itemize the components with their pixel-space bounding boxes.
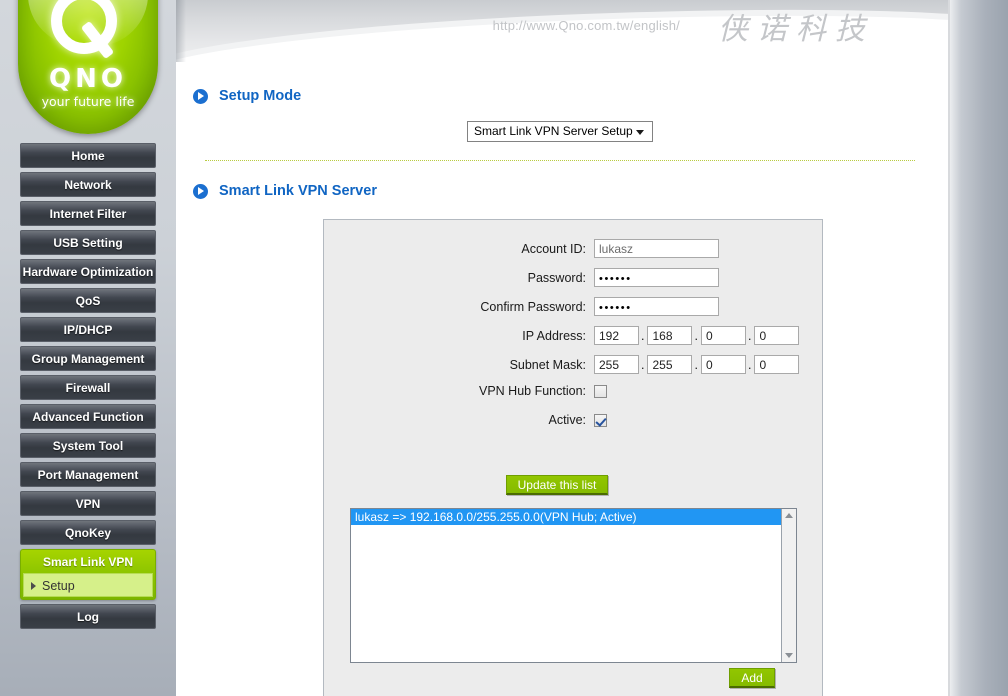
router-admin-page: http://www.Qno.com.tw/english/ 侠诺科技 QNO … xyxy=(0,0,1008,696)
ip-address-octet-2[interactable] xyxy=(647,326,693,345)
setup-mode-selected-value: Smart Link VPN Server Setup xyxy=(474,124,633,138)
confirm-password-input[interactable]: •••••• xyxy=(594,297,719,316)
setup-mode-heading: Setup Mode xyxy=(193,88,301,104)
ip-address-label: IP Address: xyxy=(522,328,586,343)
field-row-confirm-password: Confirm Password: •••••• xyxy=(324,297,824,316)
ip-dot-2: . xyxy=(694,328,698,343)
sidebar-item-log[interactable]: Log xyxy=(20,604,156,629)
listbox-scrollbar[interactable] xyxy=(781,509,796,662)
sidebar-item-network[interactable]: Network xyxy=(20,172,156,197)
sidebar-item-system-tool[interactable]: System Tool xyxy=(20,433,156,458)
brand-url: http://www.Qno.com.tw/english/ xyxy=(492,18,680,33)
sidebar-item-qnokey[interactable]: QnoKey xyxy=(20,520,156,545)
field-row-account-id: Account ID: xyxy=(324,239,824,258)
mask-dot-2: . xyxy=(694,357,698,372)
sidebar-group-smart-link-vpn: Smart Link VPN Setup xyxy=(20,549,156,600)
sidebar-item-firewall[interactable]: Firewall xyxy=(20,375,156,400)
sidebar-item-ip-dhcp[interactable]: IP/DHCP xyxy=(20,317,156,342)
sidebar-item-hardware-optimization[interactable]: Hardware Optimization xyxy=(20,259,156,284)
field-row-ip-address: IP Address: . . . xyxy=(324,326,824,345)
sidebar-item-vpn[interactable]: VPN xyxy=(20,491,156,516)
ip-address-octet-4[interactable] xyxy=(754,326,800,345)
scroll-down-arrow-icon[interactable] xyxy=(785,653,793,658)
subnet-mask-octet-2[interactable] xyxy=(647,355,693,374)
brand-chinese-name: 侠诺科技 xyxy=(718,12,874,47)
sidebar-item-group-management[interactable]: Group Management xyxy=(20,346,156,371)
section-divider xyxy=(205,160,915,161)
active-checkbox[interactable] xyxy=(594,413,607,427)
logo-wordmark: QNO xyxy=(49,64,127,94)
field-row-vpn-hub: VPN Hub Function: xyxy=(324,384,824,398)
sidebar-item-internet-filter[interactable]: Internet Filter xyxy=(20,201,156,226)
setup-mode-title: Setup Mode xyxy=(219,88,302,104)
update-this-list-button[interactable]: Update this list xyxy=(506,475,608,495)
subnet-mask-label: Subnet Mask: xyxy=(509,357,586,372)
scroll-up-arrow-icon[interactable] xyxy=(785,513,793,518)
active-label: Active: xyxy=(548,413,586,427)
ip-dot-3: . xyxy=(747,328,752,343)
sidebar-item-qos[interactable]: QoS xyxy=(20,288,156,313)
subnet-mask-octet-1[interactable] xyxy=(594,355,639,374)
logo-tagline: your future life xyxy=(41,94,135,109)
subnet-mask-octet-3[interactable] xyxy=(700,355,746,374)
sidebar-item-smart-link-vpn[interactable]: Smart Link VPN xyxy=(23,552,153,573)
account-id-input[interactable] xyxy=(594,239,719,258)
list-item[interactable]: lukasz => 192.168.0.0/255.255.0.0(VPN Hu… xyxy=(351,509,796,525)
ip-address-octet-3[interactable] xyxy=(700,326,746,345)
chevron-right-icon xyxy=(31,582,36,590)
smart-link-vpn-server-heading: Smart Link VPN Server xyxy=(193,183,377,199)
setup-mode-select[interactable]: Smart Link VPN Server Setup xyxy=(467,121,653,142)
right-edge-line xyxy=(948,0,950,696)
password-label: Password: xyxy=(527,270,586,285)
logo-q-icon xyxy=(51,0,127,62)
add-button[interactable]: Add xyxy=(729,668,775,688)
mask-dot-3: . xyxy=(747,357,752,372)
sidebar-item-usb-setting[interactable]: USB Setting xyxy=(20,230,156,255)
settings-panel: Account ID: Password: •••••• Confirm Pas… xyxy=(323,219,823,696)
confirm-password-label: Confirm Password: xyxy=(480,299,586,314)
sidebar-menu: Home Network Internet Filter USB Setting… xyxy=(20,143,156,633)
header-banner: http://www.Qno.com.tw/english/ 侠诺科技 xyxy=(176,0,948,62)
bullet-arrow-icon xyxy=(193,183,208,199)
sidebar: QNO your future life Home Network Intern… xyxy=(0,0,176,696)
ip-dot-1: . xyxy=(641,328,645,343)
field-row-password: Password: •••••• xyxy=(324,268,824,287)
vpn-hub-label: VPN Hub Function: xyxy=(479,384,586,398)
field-row-subnet-mask: Subnet Mask: . . . xyxy=(324,355,824,374)
vpn-account-listbox[interactable]: lukasz => 192.168.0.0/255.255.0.0(VPN Hu… xyxy=(350,508,797,663)
sidebar-item-port-management[interactable]: Port Management xyxy=(20,462,156,487)
logo: QNO your future life xyxy=(18,0,158,134)
account-id-label: Account ID: xyxy=(521,241,586,256)
chevron-down-icon xyxy=(636,130,644,135)
password-input[interactable]: •••••• xyxy=(594,268,719,287)
subnet-mask-octet-4[interactable] xyxy=(754,355,800,374)
sidebar-subitem-setup[interactable]: Setup xyxy=(23,573,153,597)
right-edge-decoration xyxy=(948,0,1008,696)
sidebar-item-home[interactable]: Home xyxy=(20,143,156,168)
ip-address-octet-1[interactable] xyxy=(594,326,639,345)
sidebar-item-advanced-function[interactable]: Advanced Function xyxy=(20,404,156,429)
sidebar-subitem-label: Setup xyxy=(42,579,75,593)
mask-dot-1: . xyxy=(641,357,645,372)
vpn-hub-checkbox[interactable] xyxy=(594,384,607,398)
bullet-arrow-icon xyxy=(193,88,208,104)
main-content: Setup Mode Smart Link VPN Server Setup S… xyxy=(176,62,948,696)
smart-link-vpn-server-title: Smart Link VPN Server xyxy=(219,183,377,199)
field-row-active: Active: xyxy=(324,413,824,427)
